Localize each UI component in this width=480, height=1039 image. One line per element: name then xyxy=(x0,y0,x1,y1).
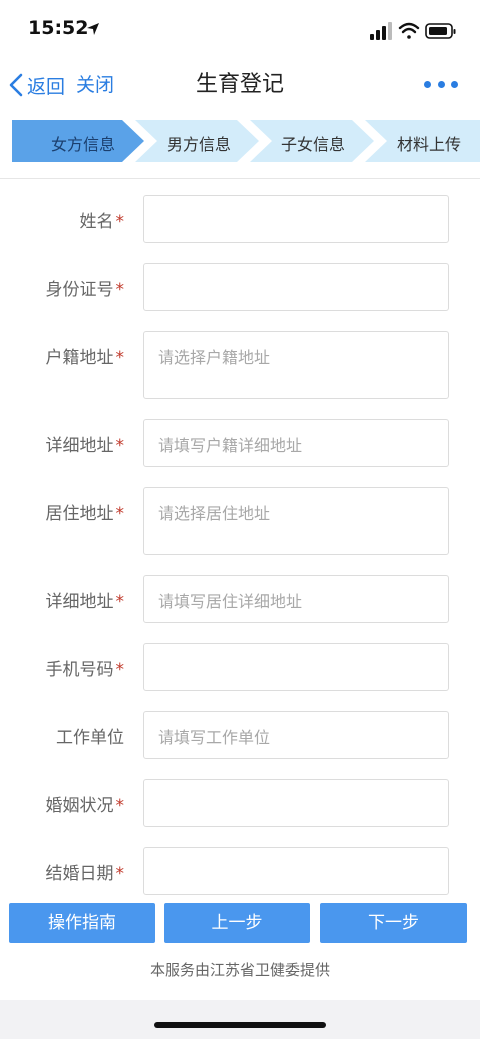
name-label: 姓名 xyxy=(79,212,114,232)
more-menu-button[interactable] xyxy=(424,76,458,92)
home-indicator[interactable] xyxy=(154,1022,326,1028)
step-material-upload[interactable]: 材料上传 xyxy=(388,133,470,157)
status-icons xyxy=(370,22,456,40)
step-children-info[interactable]: 子女信息 xyxy=(272,133,354,157)
residence-detail-label: 详细地址 xyxy=(45,592,114,612)
nav-bar: 返回 关闭 生育登记 xyxy=(0,60,480,112)
marriage-date-picker[interactable] xyxy=(143,847,449,895)
household-address-select[interactable]: 请选择户籍地址 xyxy=(143,331,449,399)
wifi-icon xyxy=(398,22,420,39)
marriage-date-label: 结婚日期 xyxy=(45,864,114,884)
required-mark: * xyxy=(115,504,125,524)
required-mark: * xyxy=(115,864,125,884)
required-mark: * xyxy=(115,592,125,612)
status-time: 15:52 xyxy=(28,17,89,39)
step-progress: 女方信息 男方信息 子女信息 材料上传 xyxy=(0,112,480,178)
more-dots-icon xyxy=(424,80,431,88)
next-step-button[interactable]: 下一步 xyxy=(320,903,467,943)
bottom-bar: 操作指南 上一步 下一步 本服务由江苏省卫健委提供 xyxy=(0,895,480,1000)
required-mark: * xyxy=(115,348,125,368)
step-female-info[interactable]: 女方信息 xyxy=(42,133,124,157)
marital-status-select[interactable] xyxy=(143,779,449,827)
id-number-input[interactable] xyxy=(143,263,449,311)
id-number-label: 身份证号 xyxy=(45,280,114,300)
required-mark: * xyxy=(115,660,125,680)
registration-form: 姓名 * 身份证号 * 户籍地址 * 请选择户籍地址 详细地址 * 请填写户籍详细地址 … xyxy=(0,179,480,895)
household-detail-label: 详细地址 xyxy=(45,436,114,456)
service-provider-text: 本服务由江苏省卫健委提供 xyxy=(149,961,330,979)
phone-label: 手机号码 xyxy=(45,660,114,680)
household-detail-input[interactable]: 请填写户籍详细地址 xyxy=(143,419,449,467)
residence-address-select[interactable]: 请选择居住地址 xyxy=(143,487,449,555)
required-mark: * xyxy=(115,280,125,300)
page-title: 生育登记 xyxy=(195,72,284,97)
battery-icon xyxy=(425,23,456,39)
signal-icon xyxy=(370,22,392,40)
location-icon xyxy=(87,23,99,35)
employer-label: 工作单位 xyxy=(56,728,124,748)
name-input[interactable] xyxy=(143,195,449,243)
status-bar: 15:52 xyxy=(0,0,480,60)
residence-address-label: 居住地址 xyxy=(45,504,114,524)
required-mark: * xyxy=(115,796,125,816)
required-mark: * xyxy=(115,212,125,232)
employer-input[interactable]: 请填写工作单位 xyxy=(143,711,449,759)
prev-step-button[interactable]: 上一步 xyxy=(164,903,310,943)
phone-input[interactable] xyxy=(143,643,449,691)
step-male-info[interactable]: 男方信息 xyxy=(158,133,240,157)
household-address-label: 户籍地址 xyxy=(45,348,114,368)
guide-button[interactable]: 操作指南 xyxy=(9,903,155,943)
residence-detail-input[interactable]: 请填写居住详细地址 xyxy=(143,575,449,623)
marital-status-label: 婚姻状况 xyxy=(45,796,114,816)
required-mark: * xyxy=(115,436,125,456)
